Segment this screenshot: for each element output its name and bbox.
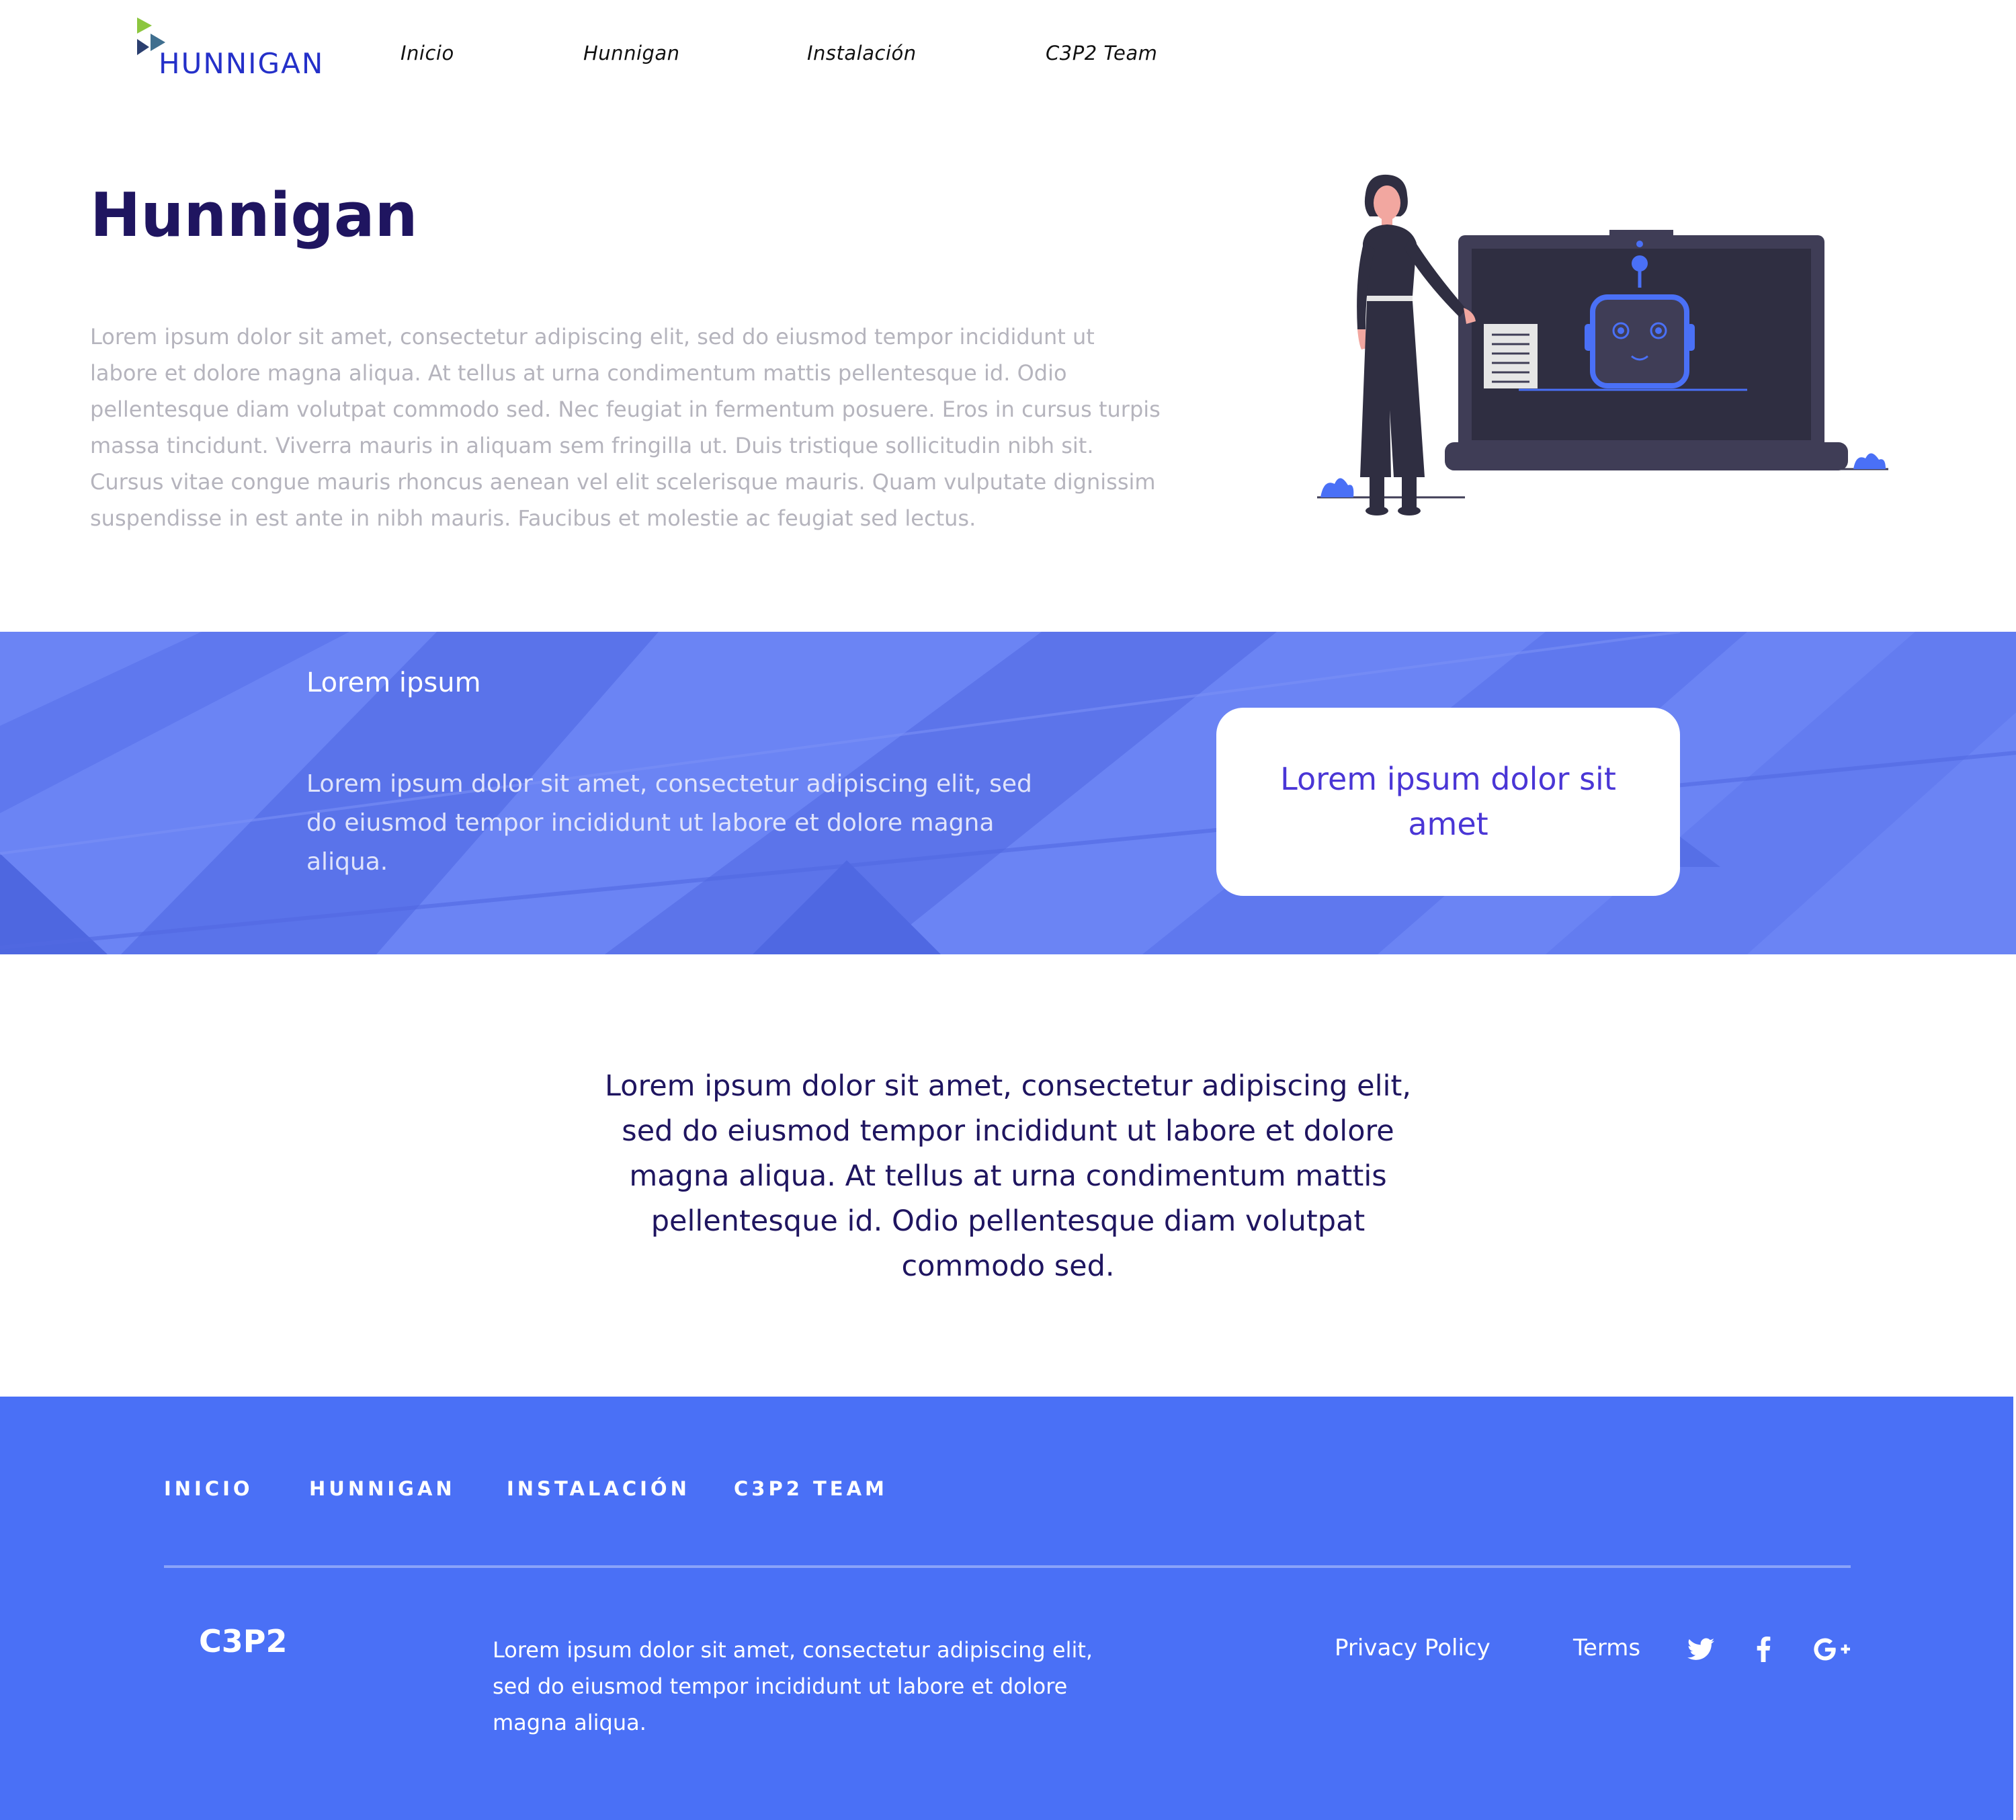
hunnigan-logo[interactable]: HUNNIGAN <box>134 16 336 83</box>
facebook-icon[interactable] <box>1745 1630 1782 1668</box>
banner-title: Lorem ipsum <box>306 667 481 698</box>
footer-nav-hunnigan[interactable]: HUNNIGAN <box>309 1477 456 1500</box>
footer-description: Lorem ipsum dolor sit amet, consectetur … <box>493 1637 1093 1735</box>
terms-link[interactable]: Terms <box>1573 1635 1640 1661</box>
nav-instalacion[interactable]: Instalación <box>807 42 917 65</box>
cta-card-button[interactable]: Lorem ipsum dolor sit amet <box>1216 708 1680 896</box>
hero-title: Hunnigan <box>90 180 418 251</box>
footer-nav-c3p2-team[interactable]: C3P2 TEAM <box>734 1477 888 1500</box>
footer-brand: C3P2 <box>199 1623 288 1659</box>
banner-description: Lorem ipsum dolor sit amet, consectetur … <box>306 770 1032 876</box>
twitter-icon[interactable] <box>1682 1630 1720 1668</box>
nav-inicio[interactable]: Inicio <box>401 42 454 65</box>
site-footer: INICIO HUNNIGAN INSTALACIÓN C3P2 TEAM C3… <box>0 1397 2013 1820</box>
cta-label: Lorem ipsum dolor sit amet <box>1280 761 1616 842</box>
logo-text: HUNNIGAN <box>159 47 325 80</box>
hero-description: Lorem ipsum dolor sit amet, consectetur … <box>90 324 1161 531</box>
footer-nav-instalacion[interactable]: INSTALACIÓN <box>507 1477 690 1500</box>
google-plus-icon[interactable] <box>1810 1630 1853 1668</box>
statement-text: Lorem ipsum dolor sit amet, consectetur … <box>604 1069 1412 1283</box>
promo-banner: Lorem ipsum Lorem ipsum dolor sit amet, … <box>0 632 2016 954</box>
privacy-policy-link[interactable]: Privacy Policy <box>1335 1635 1490 1661</box>
footer-divider <box>164 1565 1851 1568</box>
hero-illustration <box>1310 168 1895 518</box>
footer-nav-inicio[interactable]: INICIO <box>164 1477 253 1500</box>
nav-c3p2-team[interactable]: C3P2 Team <box>1046 42 1157 65</box>
nav-hunnigan[interactable]: Hunnigan <box>583 42 680 65</box>
